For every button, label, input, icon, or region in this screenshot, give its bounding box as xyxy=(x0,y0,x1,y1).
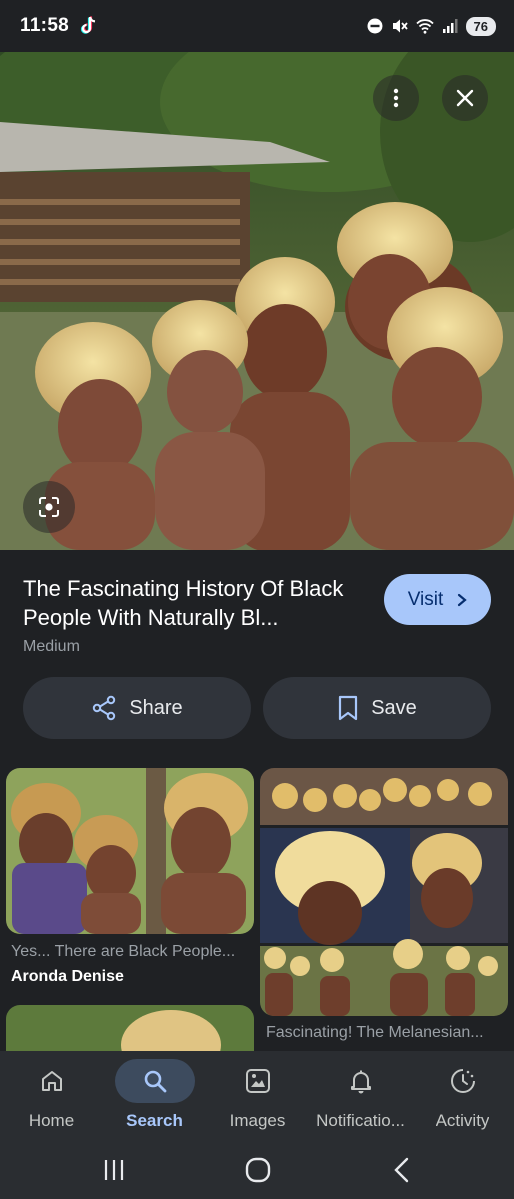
save-label: Save xyxy=(371,696,417,719)
nav-images-pill xyxy=(218,1059,298,1103)
hero-photo xyxy=(0,52,514,550)
status-bar: 11:58 76 xyxy=(0,0,514,52)
save-button[interactable]: Save xyxy=(263,677,491,739)
back-icon xyxy=(394,1157,409,1183)
nav-activity[interactable]: Activity xyxy=(411,1051,514,1141)
result-info: The Fascinating History Of Black People … xyxy=(0,550,514,765)
nav-images-label: Images xyxy=(229,1111,286,1130)
related-caption-1[interactable]: Yes... There are Black People... xyxy=(11,943,254,961)
close-button[interactable] xyxy=(442,75,488,121)
images-icon xyxy=(245,1069,270,1093)
nav-home-label: Home xyxy=(28,1111,75,1130)
hero-image[interactable] xyxy=(0,52,514,550)
nav-images[interactable]: Images xyxy=(206,1051,309,1141)
more-options-button[interactable] xyxy=(373,75,419,121)
lens-button[interactable] xyxy=(23,481,75,533)
tiktok-icon xyxy=(80,16,96,34)
nav-search-label: Search xyxy=(126,1111,183,1130)
share-button[interactable]: Share xyxy=(23,677,251,739)
result-source: Medium xyxy=(23,638,80,655)
nav-notifications[interactable]: Notificatio... xyxy=(309,1051,412,1141)
related-image-3[interactable] xyxy=(6,1005,254,1051)
related-image-1[interactable] xyxy=(6,768,254,934)
more-vert-icon xyxy=(393,88,399,108)
status-icons: 76 xyxy=(366,16,496,36)
activity-icon xyxy=(450,1069,475,1093)
nav-search-pill xyxy=(114,1059,195,1103)
nav-home-pill xyxy=(12,1059,92,1103)
related-photo-3 xyxy=(6,1005,254,1051)
close-icon xyxy=(456,89,474,107)
related-caption-2[interactable]: Fascinating! The Melanesian... xyxy=(266,1024,506,1042)
search-icon xyxy=(144,1070,166,1093)
share-icon xyxy=(93,695,116,721)
bottom-navigation: Home Search Images Notificatio... Activi… xyxy=(0,1051,514,1141)
chevron-right-icon xyxy=(458,593,467,606)
visit-label: Visit xyxy=(407,588,444,610)
nav-notifications-label: Notificatio... xyxy=(316,1111,405,1130)
visit-button[interactable]: Visit xyxy=(384,574,491,625)
share-label: Share xyxy=(129,696,183,719)
related-image-2[interactable] xyxy=(260,768,508,1016)
mute-icon xyxy=(392,19,408,33)
home-system-button[interactable] xyxy=(238,1153,278,1187)
bell-icon xyxy=(350,1070,371,1094)
result-title[interactable]: The Fascinating History Of Black People … xyxy=(23,574,373,632)
status-time: 11:58 xyxy=(20,15,70,36)
nav-activity-pill xyxy=(423,1059,503,1103)
home-icon xyxy=(41,1071,62,1091)
lens-icon xyxy=(39,497,59,517)
recents-icon xyxy=(104,1160,124,1180)
home-circle-icon xyxy=(245,1157,271,1183)
recents-button[interactable] xyxy=(94,1153,134,1187)
system-navigation-bar xyxy=(0,1141,514,1199)
signal-icon xyxy=(442,19,458,33)
related-photo-2 xyxy=(260,768,508,1016)
bookmark-icon xyxy=(339,695,358,721)
dnd-icon xyxy=(367,18,383,34)
related-source-1: Aronda Denise xyxy=(11,968,124,985)
back-button[interactable] xyxy=(382,1153,422,1187)
nav-home[interactable]: Home xyxy=(0,1051,103,1141)
nav-notifications-pill xyxy=(321,1059,401,1103)
nav-search[interactable]: Search xyxy=(103,1051,206,1141)
related-images-grid: Yes... There are Black People... Aronda … xyxy=(0,765,514,1051)
battery-level: 76 xyxy=(465,16,496,36)
wifi-icon xyxy=(415,19,434,34)
related-photo-1 xyxy=(6,768,254,934)
nav-activity-label: Activity xyxy=(435,1111,490,1130)
